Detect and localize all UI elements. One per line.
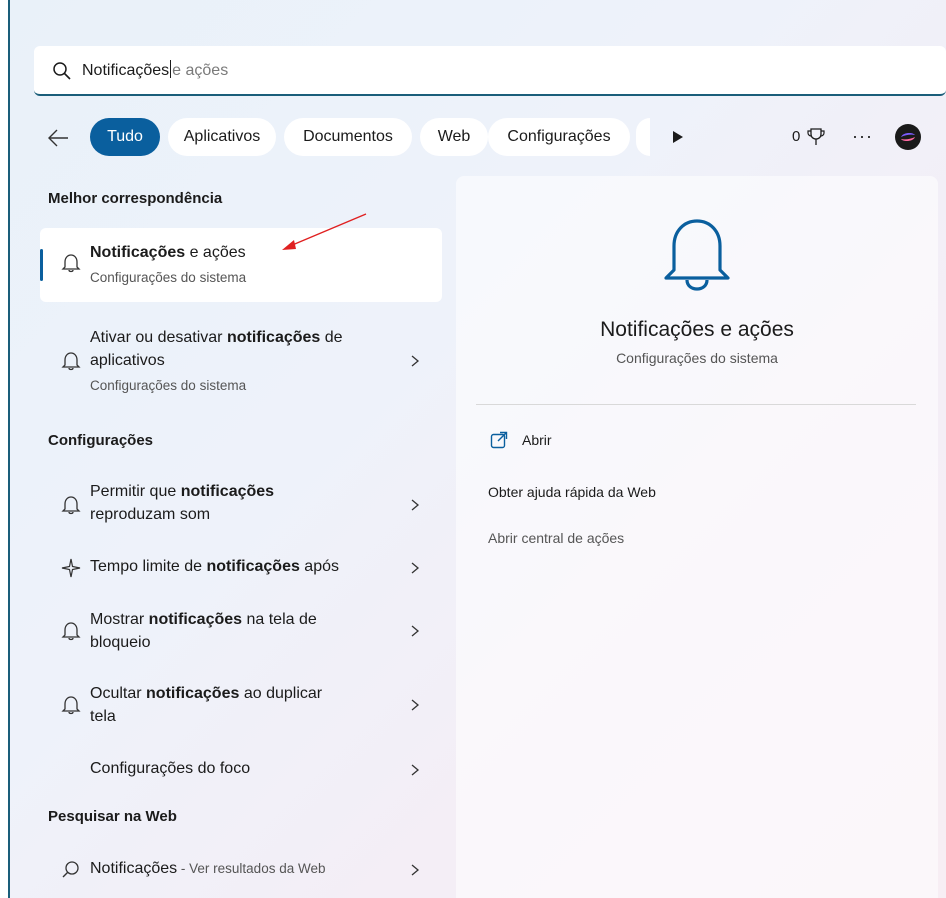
best-match-title: Notificações e ações xyxy=(90,241,390,264)
bell-icon xyxy=(61,254,81,273)
setting-title-pre: Permitir que xyxy=(90,483,181,500)
list-item[interactable]: Configurações do foco xyxy=(40,754,442,786)
tab-tudo[interactable]: Tudo xyxy=(90,118,160,156)
result-title: Ativar ou desativar notificações de apli… xyxy=(90,326,380,372)
selection-indicator xyxy=(40,249,43,281)
setting-title-bold: notificações xyxy=(148,611,243,628)
web-result-rest: - Ver resultados da Web xyxy=(177,861,326,876)
sparkle-icon xyxy=(61,558,81,578)
setting-title: Mostrar notificações na tela de bloqueio xyxy=(90,608,350,654)
profile-logo-icon xyxy=(896,125,920,149)
detail-panel: Notificações e ações Configurações do si… xyxy=(456,176,938,898)
open-external-icon xyxy=(490,431,508,449)
web-search-heading: Pesquisar na Web xyxy=(48,808,177,825)
list-item[interactable]: Mostrar notificações na tela de bloqueio xyxy=(40,606,442,658)
setting-title-pre: Tempo limite de xyxy=(90,558,207,575)
web-result-title: Notificações - Ver resultados da Web xyxy=(90,857,400,880)
text-caret xyxy=(170,60,172,78)
search-window: Notificações e ações Tudo Aplicativos Doc… xyxy=(8,0,946,898)
search-icon xyxy=(53,62,71,80)
bell-icon xyxy=(61,622,81,641)
chevron-right-icon xyxy=(411,499,420,511)
list-item[interactable]: Ativar ou desativar notificações de apli… xyxy=(40,324,442,404)
list-item[interactable]: Ocultar notificações ao duplicar tela xyxy=(40,680,442,732)
setting-title: Permitir que notificações reproduzam som xyxy=(90,480,330,526)
setting-title-bold: notificações xyxy=(146,685,240,702)
best-match-heading: Melhor correspondência xyxy=(48,190,223,207)
tab-documentos[interactable]: Documentos xyxy=(284,118,412,156)
tab-aplicativos[interactable]: Aplicativos xyxy=(168,118,276,156)
search-input[interactable]: Notificações e ações xyxy=(34,46,946,96)
filter-bar: Tudo Aplicativos Documentos Web Configur… xyxy=(10,118,946,158)
setting-title-bold: notificações xyxy=(180,483,275,500)
chevron-right-icon xyxy=(411,562,420,574)
result-title-bold: notificações xyxy=(226,329,321,346)
bell-icon xyxy=(61,352,81,371)
back-arrow-icon[interactable] xyxy=(46,126,70,150)
result-title-pre: Ativar ou desativar xyxy=(90,329,227,346)
setting-title-post: após xyxy=(299,558,339,575)
bell-icon xyxy=(61,496,81,515)
best-match-subtitle: Configurações do sistema xyxy=(90,270,247,285)
trophy-icon[interactable] xyxy=(806,126,826,148)
setting-title: Tempo limite de notificações após xyxy=(90,555,390,578)
search-icon xyxy=(62,861,79,878)
best-match-title-bold: Notificações xyxy=(90,244,186,261)
chevron-right-icon xyxy=(411,864,420,876)
rewards-points: 0 xyxy=(792,128,801,145)
bell-icon xyxy=(664,219,730,291)
scroll-right-icon[interactable] xyxy=(672,130,684,144)
detail-title: Notificações e ações xyxy=(600,318,794,341)
chevron-right-icon xyxy=(411,699,420,711)
setting-title-pre: Ocultar xyxy=(90,685,147,702)
avatar[interactable] xyxy=(895,124,921,150)
tab-web[interactable]: Web xyxy=(420,118,488,156)
web-result-bold: Notificações xyxy=(90,860,178,877)
tab-overflow[interactable] xyxy=(636,118,650,156)
web-result-item[interactable]: Notificações - Ver resultados da Web xyxy=(40,854,442,886)
bell-icon xyxy=(61,696,81,715)
list-item[interactable]: Tempo limite de notificações após xyxy=(40,552,442,584)
action-center-action[interactable]: Abrir central de ações xyxy=(488,530,624,546)
search-query: Notificações e ações xyxy=(82,60,228,80)
setting-title-bold: notificações xyxy=(206,558,300,575)
divider xyxy=(476,404,916,405)
setting-title: Ocultar notificações ao duplicar tela xyxy=(90,682,350,728)
list-item[interactable]: Permitir que notificações reproduzam som xyxy=(40,478,442,530)
chevron-right-icon xyxy=(411,625,420,637)
setting-title-post: reproduzam som xyxy=(90,506,211,523)
setting-title: Configurações do foco xyxy=(90,760,251,777)
best-match-title-rest: e ações xyxy=(185,244,246,261)
more-options-icon[interactable]: ··· xyxy=(852,126,873,147)
chevron-right-icon xyxy=(411,764,420,776)
search-typed-text: Notificações xyxy=(82,62,170,79)
setting-title-pre: Mostrar xyxy=(90,611,149,628)
web-help-action[interactable]: Obter ajuda rápida da Web xyxy=(488,484,656,500)
open-action[interactable]: Abrir xyxy=(522,432,552,448)
best-match-result[interactable]: Notificações e ações Configurações do si… xyxy=(40,228,442,302)
detail-subtitle: Configurações do sistema xyxy=(616,350,778,366)
chevron-right-icon xyxy=(411,355,420,367)
search-suggestion-text: e ações xyxy=(172,62,229,79)
result-subtitle: Configurações do sistema xyxy=(90,378,247,393)
settings-heading: Configurações xyxy=(48,432,154,449)
tab-configuracoes[interactable]: Configurações xyxy=(488,118,630,156)
